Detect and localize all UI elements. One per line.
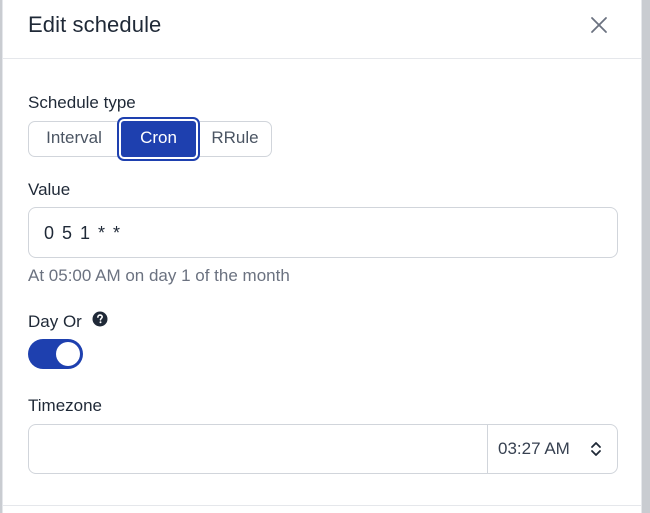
schedule-type-cron-button[interactable]: Cron bbox=[121, 121, 196, 157]
day-or-toggle[interactable] bbox=[28, 339, 83, 369]
cron-value-input[interactable] bbox=[44, 220, 604, 246]
value-field bbox=[28, 207, 618, 258]
dialog-title: Edit schedule bbox=[28, 12, 162, 37]
timezone-label: Timezone bbox=[28, 396, 103, 415]
cron-description: At 05:00 AM on day 1 of the month bbox=[28, 266, 290, 285]
schedule-type-selector: Interval Cron RRule bbox=[28, 121, 272, 157]
help-button[interactable] bbox=[92, 311, 108, 327]
schedule-type-interval-button[interactable]: Interval bbox=[29, 121, 119, 157]
schedule-type-label: Schedule type bbox=[28, 93, 136, 112]
timezone-input[interactable] bbox=[29, 425, 487, 473]
timezone-time: 03:27 AM bbox=[498, 439, 570, 458]
day-or-label: Day Or bbox=[28, 312, 82, 331]
question-circle-icon bbox=[92, 311, 108, 327]
close-icon bbox=[591, 17, 607, 33]
timezone-field: 03:27 AM bbox=[28, 424, 618, 474]
chevron-up-down-icon bbox=[591, 442, 601, 456]
toggle-knob bbox=[56, 342, 80, 366]
value-label: Value bbox=[28, 180, 71, 199]
edit-schedule-dialog: Edit schedule Schedule type Interval Cro… bbox=[2, 0, 642, 513]
schedule-type-rrule-button[interactable]: RRule bbox=[197, 121, 273, 157]
footer-divider bbox=[3, 505, 641, 506]
close-button[interactable] bbox=[587, 13, 611, 37]
dialog-header: Edit schedule bbox=[3, 0, 641, 59]
timezone-select[interactable]: 03:27 AM bbox=[488, 425, 617, 473]
